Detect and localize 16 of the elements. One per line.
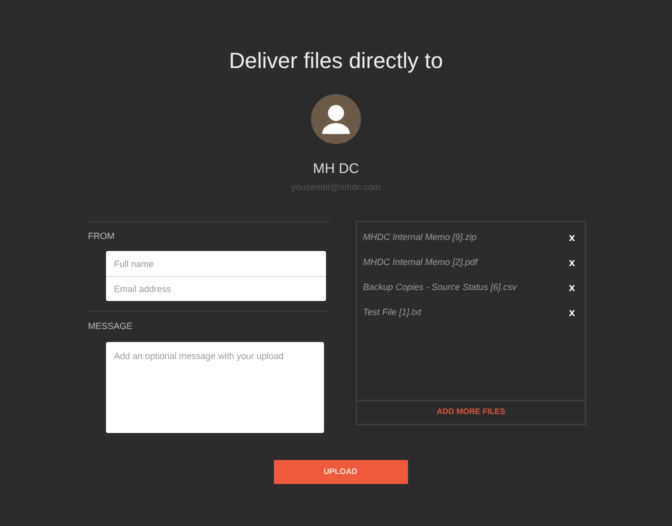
text-input-field[interactable]: Full name <box>106 251 326 276</box>
remove-file-button[interactable]: x <box>568 258 575 268</box>
from-label: FROM <box>88 230 116 242</box>
page-title: Deliver files directly to <box>229 47 443 75</box>
remove-file-button[interactable]: x <box>568 308 575 318</box>
remove-file-button[interactable]: x <box>568 232 575 244</box>
file-name: Backup Copies - Source Status [6].csv <box>363 281 517 294</box>
avatar-icon <box>311 94 361 144</box>
recipient-name: MH DC <box>313 159 359 178</box>
file-name: MHDC Internal Memo [2].pdf <box>363 256 478 270</box>
text-input-field[interactable]: Email address <box>106 276 326 301</box>
file-name: Test File [1].txt <box>363 306 422 320</box>
message-field[interactable]: Add an optional message with your upload <box>106 342 324 432</box>
file-name: MHDC Internal Memo [9].zip <box>363 231 477 244</box>
message-label: MESSAGE <box>88 320 134 333</box>
remove-file-button[interactable]: x <box>568 282 575 294</box>
